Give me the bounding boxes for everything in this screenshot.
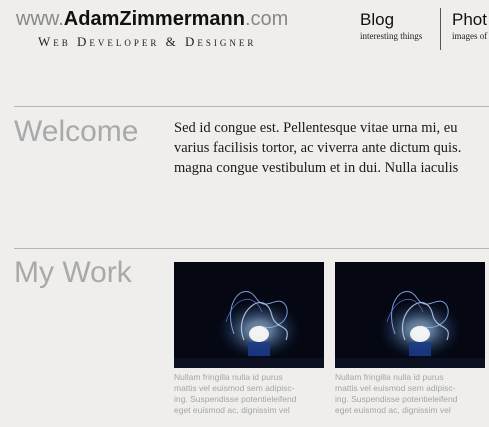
nav-item-photos[interactable]: Phot images of xyxy=(452,10,487,41)
logo-prefix: www. xyxy=(16,8,64,30)
welcome-text-line: varius facilisis tortor, ac viverra ante… xyxy=(174,140,462,156)
nav-item-blog[interactable]: Blog interesting things xyxy=(360,10,422,41)
caption-line: ing. Suspendisse potentieleifend xyxy=(335,394,458,404)
nav-item-title: Blog xyxy=(360,10,395,29)
caption-line: Nullam fringilla nulla id purus xyxy=(174,372,283,382)
caption-line: eget euismod ac, dignissim vel xyxy=(174,405,290,415)
portfolio-thumbnail[interactable] xyxy=(174,262,324,368)
work-heading: My Work xyxy=(14,256,132,289)
logo-name: AdamZimmermann xyxy=(63,8,245,30)
nav-item-subtitle: images of xyxy=(452,31,488,41)
logo-tagline: Web Developer & Designer xyxy=(38,34,257,49)
welcome-text-line: magna congue vestibulum et in dui. Nulla… xyxy=(174,160,459,176)
caption-line: ing. Suspendisse potentieleifend xyxy=(174,394,297,404)
logo-wordmark[interactable]: www.AdamZimmermann.com xyxy=(16,8,288,30)
site-logo[interactable]: www.AdamZimmermann.com Web Developer & D… xyxy=(16,8,288,50)
caption-line: Nullam fringilla nulla id purus xyxy=(335,372,444,382)
section-divider xyxy=(14,248,489,249)
section-divider xyxy=(14,106,489,107)
portfolio-caption: Nullam fringilla nulla id purus mattis v… xyxy=(174,372,324,416)
portfolio-item[interactable]: Nullam fringilla nulla id purus mattis v… xyxy=(174,262,324,416)
caption-line: eget euismod ac, dignissim vel xyxy=(335,405,451,415)
logo-suffix: .com xyxy=(244,8,289,30)
nav-divider xyxy=(440,8,441,50)
nav-item-title: Phot xyxy=(452,10,487,29)
caption-line: mattis vel euismod sem adipisc- xyxy=(174,383,295,393)
nav-item-subtitle: interesting things xyxy=(360,31,423,41)
portfolio-thumbnail[interactable] xyxy=(335,262,485,368)
portfolio-caption: Nullam fringilla nulla id purus mattis v… xyxy=(335,372,485,416)
portfolio-item[interactable]: Nullam fringilla nulla id purus mattis v… xyxy=(335,262,485,416)
caption-line: mattis vel euismod sem adipisc- xyxy=(335,383,456,393)
welcome-text-line: Sed id congue est. Pellentesque vitae ur… xyxy=(174,120,458,136)
welcome-text: Sed id congue est. Pellentesque vitae ur… xyxy=(174,118,489,178)
welcome-heading: Welcome xyxy=(14,115,139,148)
